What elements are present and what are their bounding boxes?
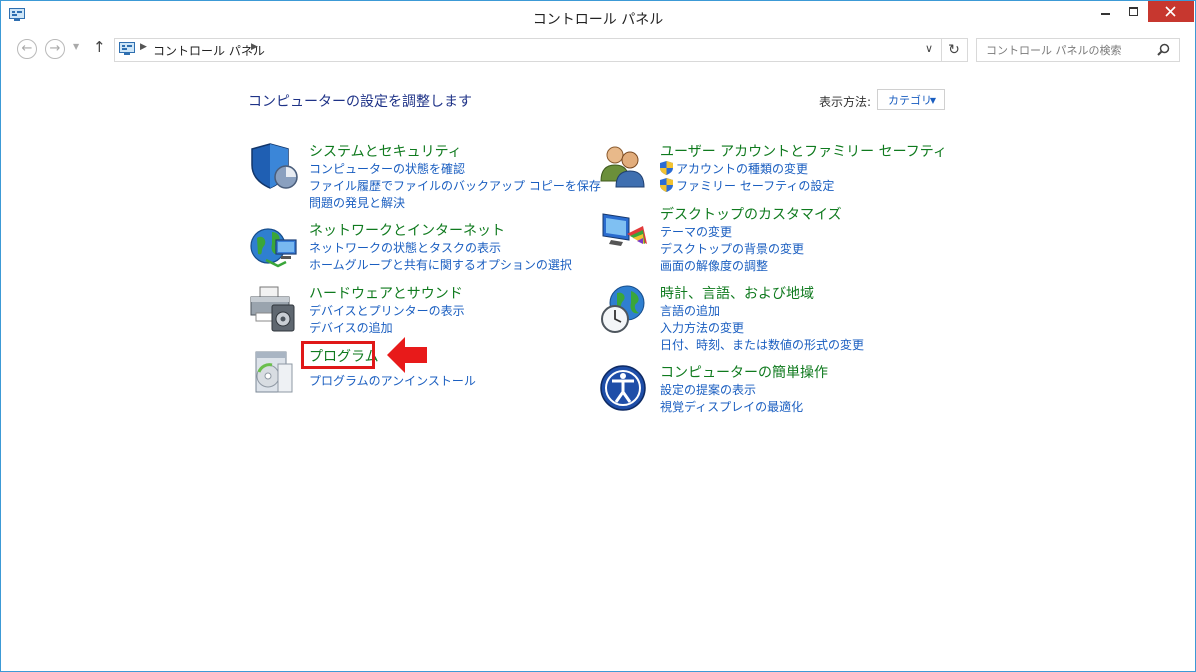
category-link[interactable]: テーマの変更 [660,223,732,240]
category-link[interactable]: ネットワークの状態とタスクの表示 [309,239,501,256]
up-button[interactable]: ↑ [93,38,106,56]
control-panel-icon [119,42,135,55]
control-panel-window: コントロール パネル ← → ▼ ↑ ▶ コントロール パネル ▶ ∨ ↻ コン… [0,0,1196,672]
category-title[interactable]: ハードウェアとサウンド [309,283,463,303]
users-icon[interactable] [599,141,651,193]
address-bar[interactable]: ▶ コントロール パネル ▶ ∨ ↻ [114,38,968,62]
breadcrumb-chevron-icon[interactable]: ▶ [140,42,147,52]
highlight-box [301,341,375,369]
printer-icon[interactable] [248,283,300,335]
desktop-icon[interactable] [599,204,651,256]
category-title[interactable]: ネットワークとインターネット [309,220,505,240]
category-title[interactable]: システムとセキュリティ [309,141,462,161]
search-box[interactable] [976,38,1180,62]
category-title[interactable]: コンピューターの簡単操作 [660,362,828,382]
minimize-button[interactable] [1091,1,1121,23]
category-link[interactable]: 言語の追加 [660,302,720,319]
category-link[interactable]: ファミリー セーフティの設定 [660,177,834,194]
close-button[interactable] [1148,1,1194,22]
category-title[interactable]: デスクトップのカスタマイズ [660,204,842,224]
view-by-label: 表示方法: [819,95,872,109]
category-title[interactable]: ユーザー アカウントとファミリー セーフティ [660,141,947,161]
category-link[interactable]: プログラムのアンインストール [309,372,476,389]
maximize-button[interactable] [1119,1,1149,23]
category-link[interactable]: デバイスとプリンターの表示 [309,302,465,319]
refresh-button[interactable]: ↻ [941,39,966,61]
forward-button[interactable]: → [45,39,65,59]
chevron-down-icon: ▼ [929,96,936,105]
category-link[interactable]: アカウントの種類の変更 [660,160,808,177]
red-arrow-icon [387,337,427,373]
back-button[interactable]: ← [17,39,37,59]
programs-icon[interactable] [248,346,300,398]
address-dropdown-icon[interactable]: ∨ [925,42,933,55]
category-link[interactable]: ファイル履歴でファイルのバックアップ コピーを保存 [309,177,601,194]
network-icon[interactable] [248,220,300,272]
category-link[interactable]: デスクトップの背景の変更 [660,240,804,257]
category-link[interactable]: 入力方法の変更 [660,319,744,336]
page-heading: コンピューターの設定を調整します [248,94,472,110]
search-icon[interactable] [1157,43,1170,56]
ease-of-access-icon[interactable] [599,362,651,414]
category-link[interactable]: コンピューターの状態を確認 [309,160,465,177]
category-link-label: アカウントの種類の変更 [676,162,809,176]
category-link[interactable]: ホームグループと共有に関するオプションの選択 [309,256,572,273]
recent-locations-button[interactable]: ▼ [73,42,79,51]
category-link[interactable]: 視覚ディスプレイの最適化 [660,398,803,415]
category-link[interactable]: 日付、時刻、または数値の形式の変更 [660,336,864,353]
category-title[interactable]: 時計、言語、および地域 [660,283,814,303]
category-link[interactable]: 画面の解像度の調整 [660,257,768,274]
view-by-value: カテゴリ [888,94,932,107]
category-link[interactable]: デバイスの追加 [309,319,393,336]
close-icon [1165,6,1176,17]
navigation-bar: ← → ▼ ↑ ▶ コントロール パネル ▶ ∨ ↻ [1,37,1195,63]
view-by-dropdown[interactable]: カテゴリ ▼ [877,89,945,110]
globe-clock-icon[interactable] [599,283,651,335]
breadcrumb-control-panel[interactable]: コントロール パネル [153,42,265,59]
uac-shield-icon [660,161,673,175]
title-bar: コントロール パネル [1,1,1195,33]
category-link[interactable]: 問題の発見と解決 [309,194,405,211]
search-input[interactable] [977,39,1162,61]
category-link-label: ファミリー セーフティの設定 [676,179,835,193]
category-link[interactable]: 設定の提案の表示 [660,381,756,398]
breadcrumb-chevron-icon[interactable]: ▶ [251,42,258,52]
uac-shield-icon [660,178,673,192]
window-title: コントロール パネル [532,12,664,28]
shield-icon[interactable] [248,141,300,193]
